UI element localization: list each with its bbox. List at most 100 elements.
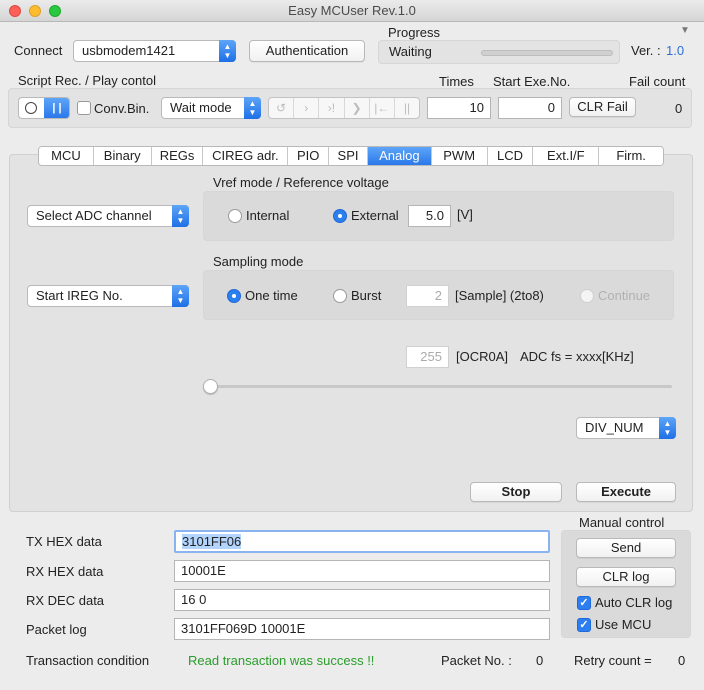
chevron-updown-icon: ▲ ▼ (172, 285, 189, 307)
play-button[interactable]: | | (44, 98, 69, 118)
vref-external-label: External (351, 208, 399, 223)
chevron-updown-icon: ▲ ▼ (219, 40, 236, 62)
vref-voltage-input[interactable]: 5.0 (408, 205, 451, 227)
transaction-condition-value: Read transaction was success !! (188, 653, 375, 668)
tab-firm[interactable]: Firm. (599, 147, 663, 165)
tab-ext-if[interactable]: Ext.I/F (533, 147, 600, 165)
ocr-slider-thumb[interactable] (203, 379, 218, 394)
rx-hex-field[interactable]: 10001E (174, 560, 550, 582)
transport-controls: ↺ › ›! ❯ |← || (268, 97, 420, 119)
adc-channel-select-value: Select ADC channel (36, 208, 152, 223)
chevron-updown-icon: ▲ ▼ (172, 205, 189, 227)
close-window-button[interactable] (9, 5, 21, 17)
adc-channel-select[interactable]: Select ADC channel ▲ ▼ (27, 205, 189, 227)
send-button[interactable]: Send (576, 538, 676, 558)
vref-unit-label: [V] (457, 207, 473, 222)
progress-status: Waiting (389, 44, 432, 59)
vref-external-radio[interactable] (333, 209, 347, 223)
tab-cireg-adr[interactable]: CIREG adr. (203, 147, 289, 165)
start-exe-label: Start Exe.No. (493, 74, 571, 89)
record-play-segment: | | (18, 97, 70, 119)
auto-clr-log-label: Auto CLR log (595, 595, 673, 610)
tx-hex-selected-text: 3101FF06 (182, 534, 242, 549)
adc-fs-label: ADC fs = xxxx[KHz] (520, 349, 634, 364)
tab-lcd[interactable]: LCD (487, 147, 534, 165)
sampling-burst-radio[interactable] (333, 289, 347, 303)
sample-unit-label: [Sample] (2to8) (455, 288, 544, 303)
conv-bin-checkbox[interactable] (77, 101, 91, 115)
fail-count-label: Fail count (629, 74, 686, 89)
minimize-window-button[interactable] (29, 5, 41, 17)
progress-bar (481, 50, 613, 56)
refresh-icon[interactable]: ↺ (269, 98, 295, 118)
port-select-value: usbmodem1421 (82, 43, 176, 58)
sampling-group-title: Sampling mode (213, 254, 304, 269)
version-value: 1.0 (666, 43, 685, 58)
connect-label: Connect (14, 43, 63, 58)
tab-spi[interactable]: SPI (329, 147, 368, 165)
window-titlebar: Easy MCUser Rev.1.0 (0, 0, 704, 22)
conv-bin-label: Conv.Bin. (94, 101, 150, 116)
tx-hex-label: TX HEX data (26, 534, 102, 549)
sampling-one-time-radio[interactable] (227, 289, 241, 303)
step-icon[interactable]: ❯ (345, 98, 370, 118)
transaction-condition-label: Transaction condition (26, 653, 150, 668)
window-title: Easy MCUser Rev.1.0 (288, 3, 416, 18)
chevron-updown-icon: ▲ ▼ (659, 417, 676, 439)
ocr-slider-track[interactable] (208, 385, 672, 388)
record-button[interactable] (19, 98, 44, 118)
packet-no-label: Packet No. : (441, 653, 512, 668)
times-input[interactable]: 10 (427, 97, 491, 119)
div-num-select[interactable]: DIV_NUM ▲ ▼ (576, 417, 676, 439)
packet-no-value: 0 (536, 653, 544, 668)
packet-log-label: Packet log (26, 622, 87, 637)
manual-control-title: Manual control (579, 515, 665, 530)
vref-internal-label: Internal (246, 208, 290, 223)
vref-group-title: Vref mode / Reference voltage (213, 175, 389, 190)
zoom-window-button[interactable] (49, 5, 61, 17)
vref-internal-radio[interactable] (228, 209, 242, 223)
retry-count-label: Retry count = (574, 653, 652, 668)
tab-pwm[interactable]: PWM (431, 147, 488, 165)
script-section-title: Script Rec. / Play contol (18, 73, 156, 88)
use-mcu-label: Use MCU (595, 617, 652, 632)
tab-regs[interactable]: REGs (151, 147, 204, 165)
ireg-select-value: Start IREG No. (36, 288, 123, 303)
to-start-icon[interactable]: |← (370, 98, 395, 118)
ireg-select[interactable]: Start IREG No. ▲ ▼ (27, 285, 189, 307)
disclosure-triangle-icon[interactable]: ▼ (680, 25, 690, 36)
execute-button[interactable]: Execute (576, 482, 676, 502)
progress-label: Progress (388, 25, 441, 40)
retry-count-value: 0 (678, 653, 686, 668)
clr-log-button[interactable]: CLR log (576, 567, 676, 587)
port-select[interactable]: usbmodem1421 ▲ ▼ (73, 40, 236, 62)
tab-bar: MCU Binary REGs CIREG adr. PIO SPI Analo… (38, 146, 664, 166)
ocr0a-label: [OCR0A] (456, 349, 509, 364)
pause-icon[interactable]: || (395, 98, 419, 118)
fail-count-value: 0 (675, 101, 683, 116)
use-mcu-checkbox[interactable]: ✓ (577, 618, 591, 632)
rx-dec-field[interactable]: 16 0 (174, 589, 550, 611)
tab-analog[interactable]: Analog (367, 147, 432, 165)
continue-radio[interactable] (580, 289, 594, 303)
stop-button[interactable]: Stop (470, 482, 562, 502)
tab-pio[interactable]: PIO (288, 147, 330, 165)
sampling-one-time-label: One time (245, 288, 298, 303)
tx-hex-input[interactable]: 3101FF06 (174, 530, 550, 553)
auto-clr-log-checkbox[interactable]: ✓ (577, 596, 591, 610)
sample-count-input[interactable]: 2 (406, 285, 449, 307)
next-icon[interactable]: › (294, 98, 320, 118)
clr-fail-button[interactable]: CLR Fail (569, 97, 636, 117)
rx-hex-label: RX HEX data (26, 564, 104, 579)
packet-log-field[interactable]: 3101FF069D 10001E (174, 618, 550, 640)
times-label: Times (439, 74, 474, 89)
tab-mcu[interactable]: MCU (39, 147, 94, 165)
authentication-button[interactable]: Authentication (249, 40, 365, 62)
ocr0a-input[interactable]: 255 (406, 346, 449, 368)
tab-binary[interactable]: Binary (93, 147, 152, 165)
mode-select-value: Wait mode (170, 100, 232, 115)
next-stop-icon[interactable]: ›! (319, 98, 345, 118)
mode-select[interactable]: Wait mode ▲ ▼ (161, 97, 261, 119)
start-exe-input[interactable]: 0 (498, 97, 562, 119)
continue-label: Continue (598, 288, 651, 303)
